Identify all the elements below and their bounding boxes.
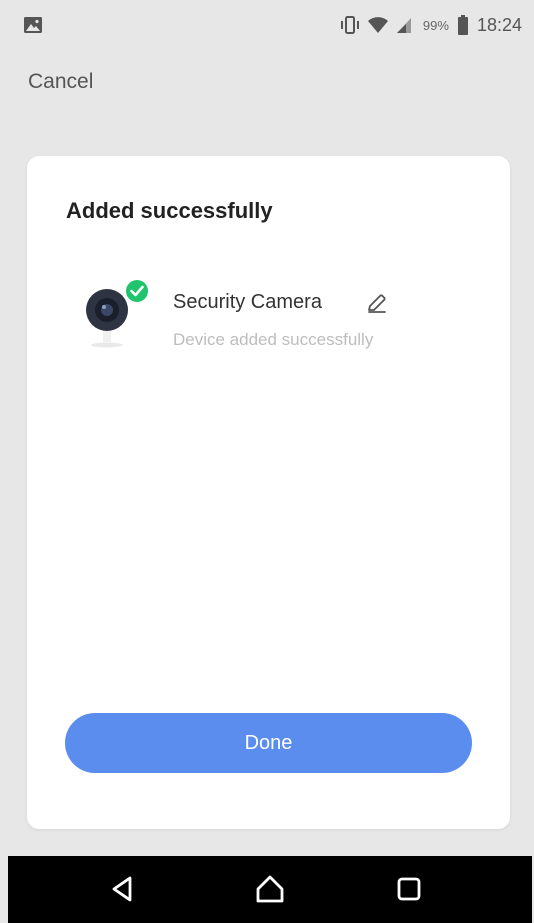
clock: 18:24 <box>476 14 522 35</box>
status-bar: 99% 18:24 <box>0 0 534 52</box>
security-camera-icon <box>77 274 157 356</box>
back-icon[interactable] <box>108 873 140 905</box>
signal-icon <box>395 14 417 36</box>
navigation-bar <box>8 856 532 923</box>
recent-apps-icon[interactable] <box>393 873 425 905</box>
status-icons: 99% 18:24 <box>339 10 522 40</box>
cancel-button[interactable]: Cancel <box>28 70 93 94</box>
success-card: Added successfully Security Camera Devic… <box>27 156 510 829</box>
battery-percentage: 99% <box>422 17 449 33</box>
card-title: Added successfully <box>66 198 273 223</box>
check-circle-icon <box>126 280 148 302</box>
device-row: Security Camera Device added successfull… <box>77 274 487 364</box>
device-status-text: Device added successfully <box>173 330 374 349</box>
device-name: Security Camera <box>173 291 322 313</box>
done-button[interactable]: Done <box>65 713 472 773</box>
battery-icon <box>457 14 469 36</box>
wifi-icon <box>367 14 389 36</box>
vibrate-icon <box>339 14 361 36</box>
home-icon[interactable] <box>254 873 286 905</box>
edit-name-icon[interactable] <box>365 291 389 315</box>
image-icon <box>22 14 44 36</box>
